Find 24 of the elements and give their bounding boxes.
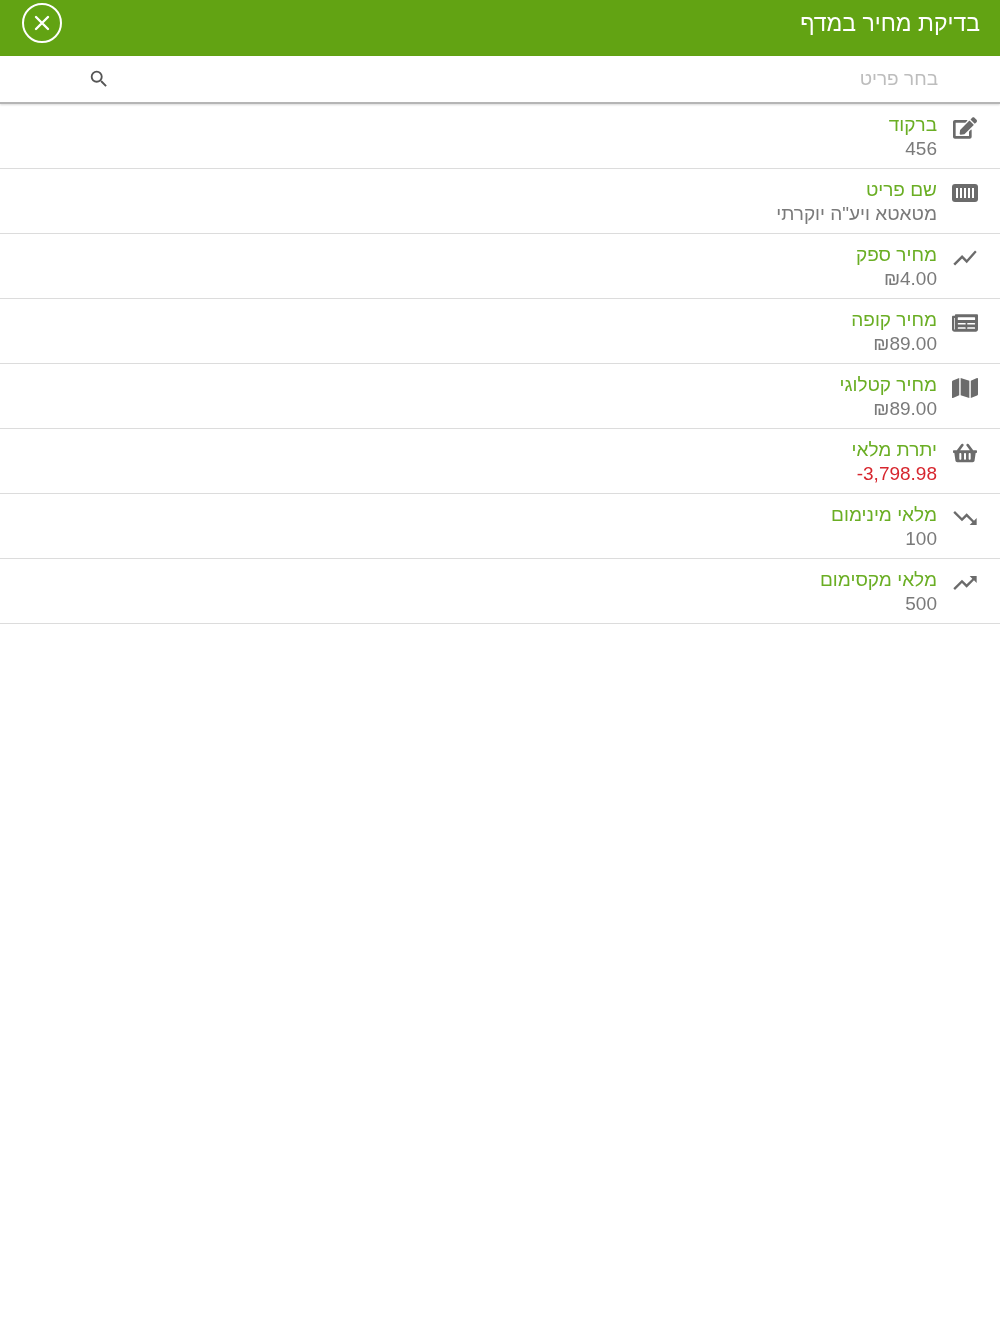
field-label: מחיר קופה (851, 308, 937, 332)
field-label: מלאי מינימום (831, 503, 937, 527)
field-value: ₪4.00 (883, 267, 937, 291)
field-value: מטאטא ויע"ה יוקרתי (776, 202, 937, 226)
field-label: שם פריט (865, 178, 937, 202)
field-label: מחיר קטלוגי (839, 373, 937, 397)
field-label: מלאי מקסימום (819, 568, 937, 592)
search-icon (88, 68, 110, 90)
field-value: ₪89.00 (873, 332, 937, 356)
field-value: 500 (905, 592, 937, 616)
close-button[interactable] (22, 3, 62, 43)
field-value: ₪89.00 (873, 397, 937, 421)
close-icon (34, 15, 50, 31)
field-label: ברקוד (888, 113, 937, 137)
field-label: מחיר ספק (856, 243, 937, 267)
barcode-icon (952, 184, 978, 202)
search-field[interactable]: בחר פריט (140, 64, 938, 94)
field-value: -3,798.98 (856, 462, 937, 486)
window-title: בדיקת מחיר במדף (800, 9, 980, 38)
field-label: יתרת מלאי (851, 438, 937, 462)
field-value: 456 (905, 137, 937, 161)
basket-icon (953, 441, 977, 465)
map-icon (952, 375, 978, 401)
field-value: 100 (905, 527, 937, 551)
